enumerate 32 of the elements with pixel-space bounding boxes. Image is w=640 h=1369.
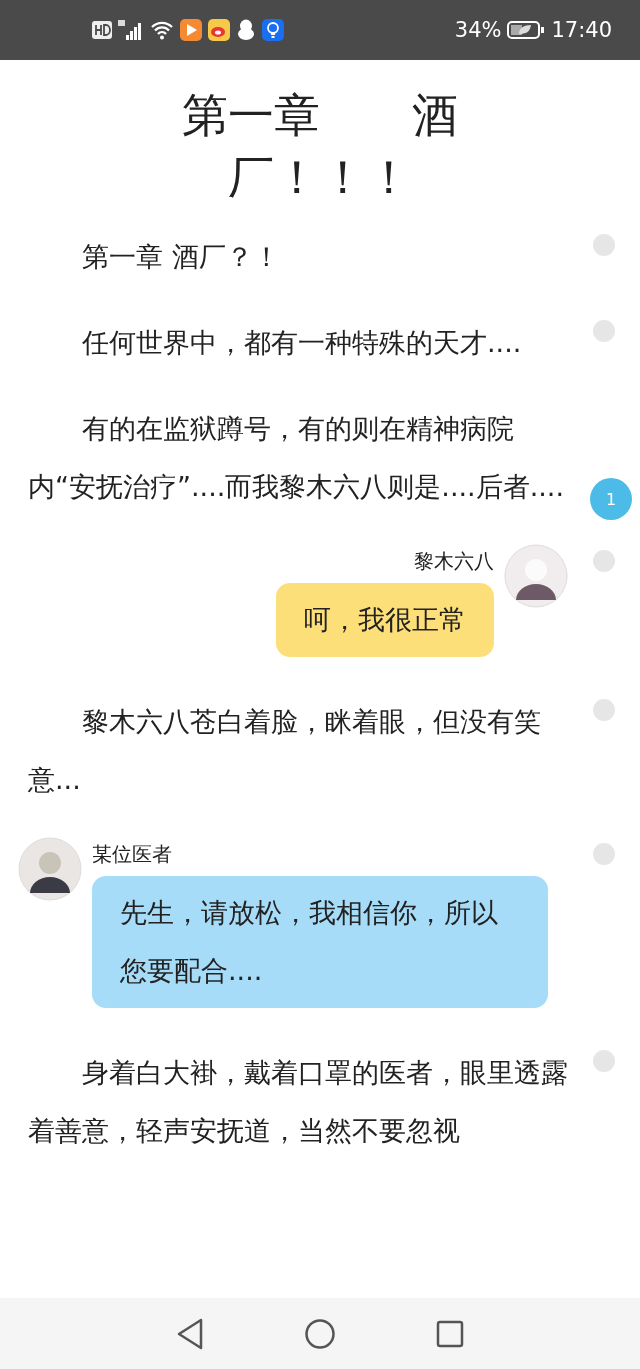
- paragraph: 第一章 酒厂？！: [81, 240, 281, 275]
- chat-bubble: 先生，请放松，我相信你，所以您要配合....: [92, 876, 548, 1009]
- paragraph: 身着白大褂，戴着口罩的医者，眼里透露着善意，轻声安抚道，当然不要忽视: [28, 1056, 568, 1149]
- paragraph: 有的在监狱蹲号，有的则在精神病院内“安抚治疗”....而我黎木六八则是....后者....: [28, 412, 565, 505]
- back-icon[interactable]: [176, 1317, 204, 1350]
- penguin-icon: [236, 19, 256, 41]
- speaker-name: 黎木六八: [414, 548, 494, 576]
- hd-icon: [92, 21, 112, 39]
- signal-icon: [118, 20, 144, 40]
- wifi-icon: [150, 20, 174, 40]
- avatar: [18, 837, 82, 902]
- paragraph: 任何世界中，都有一种特殊的天才....: [81, 326, 523, 361]
- home-icon[interactable]: [304, 1317, 336, 1350]
- speaker-name: 某位医者: [92, 841, 172, 869]
- comment-dot[interactable]: [593, 1050, 615, 1073]
- comment-dot[interactable]: [593, 699, 615, 722]
- comment-dot[interactable]: [593, 234, 615, 257]
- battery-percent: 34%: [454, 18, 502, 42]
- comment-dot[interactable]: [593, 320, 615, 343]
- comment-dot[interactable]: [593, 843, 615, 866]
- lightbulb-app-icon: [262, 19, 284, 41]
- clock: 17:40: [551, 18, 612, 42]
- paragraph: 黎木六八苍白着脸，眯着眼，但没有笑意...: [28, 705, 542, 798]
- comment-dot[interactable]: [593, 550, 615, 573]
- battery-icon: [507, 20, 546, 40]
- avatar: [504, 544, 568, 609]
- video-app-icon: [180, 19, 202, 41]
- recents-icon[interactable]: [436, 1319, 464, 1348]
- comment-count-badge[interactable]: 1: [590, 478, 632, 521]
- chapter-title: 第一章 酒厂！！！: [181, 87, 459, 207]
- weibo-app-icon: [208, 19, 230, 41]
- chat-bubble: 呵，我很正常: [276, 583, 494, 658]
